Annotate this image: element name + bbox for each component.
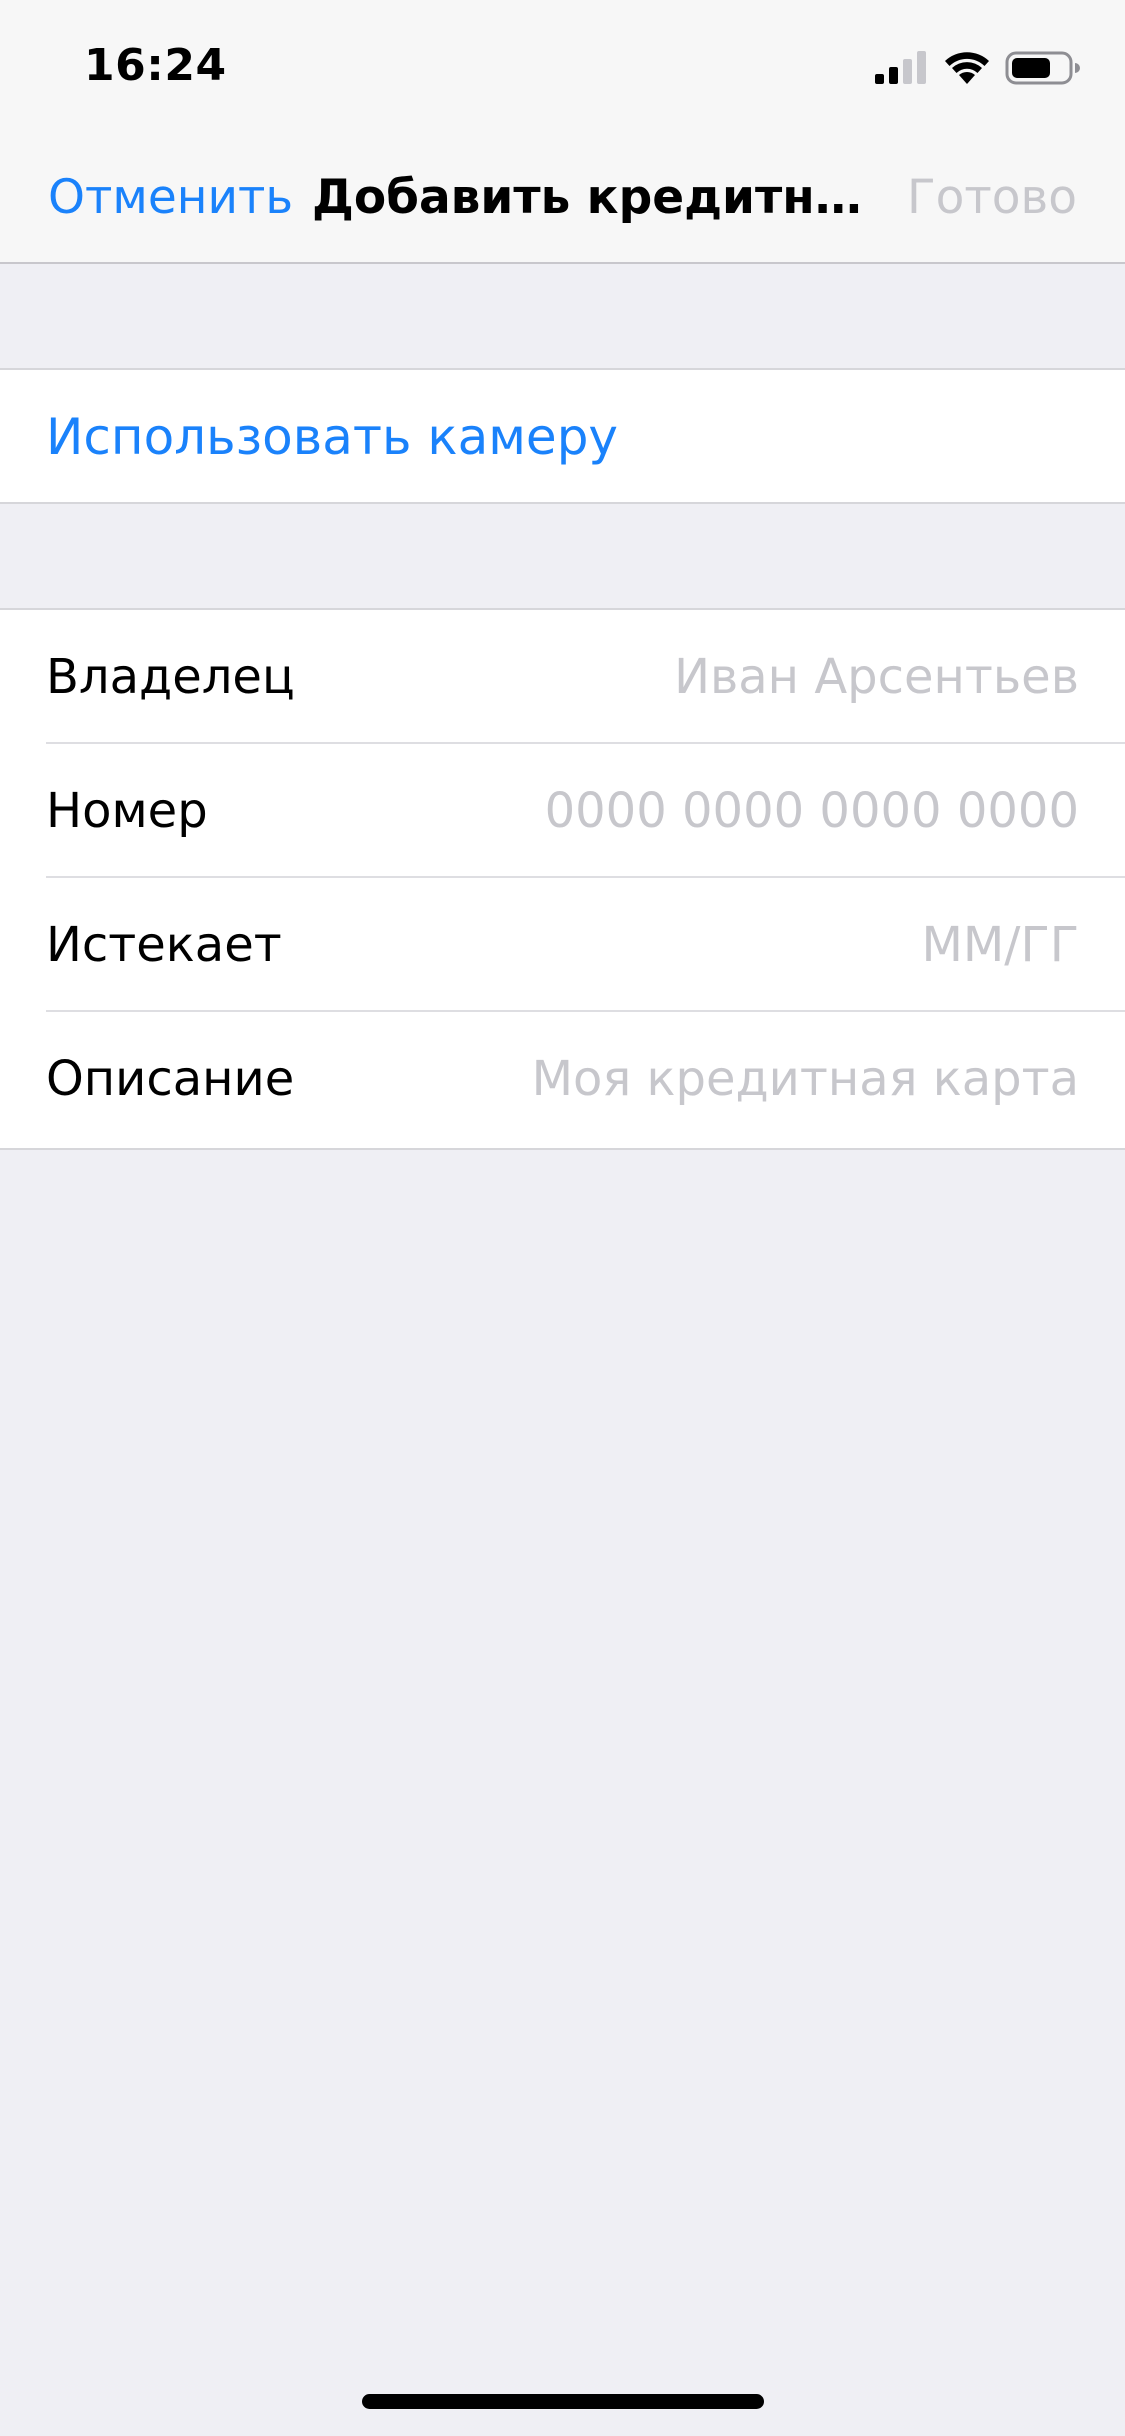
card-number-field[interactable] [479, 776, 1079, 846]
done-button[interactable]: Готово [907, 168, 1077, 228]
page-title: Добавить кредитную… [312, 170, 892, 225]
description-label: Описание [46, 1051, 295, 1107]
form-row-expiry: Истекает [0, 878, 1125, 1012]
add-credit-card-screen: 16:24 Отменить Добавить кредитную… Готов… [0, 0, 1125, 2436]
expiry-label: Истекает [46, 917, 282, 973]
top-bar: 16:24 Отменить Добавить кредитную… Готов… [0, 0, 1125, 264]
status-icons [873, 48, 1081, 88]
status-time: 16:24 [84, 40, 227, 91]
form-row-number: Номер [0, 744, 1125, 878]
expiry-field[interactable] [479, 910, 1079, 980]
use-camera-button[interactable]: Использовать камеру [46, 406, 618, 468]
form-row-description: Описание [0, 1012, 1125, 1146]
cancel-button[interactable]: Отменить [48, 168, 293, 228]
wifi-icon [945, 52, 989, 84]
battery-icon [1005, 51, 1080, 85]
owner-label: Владелец [46, 649, 295, 705]
card-form: Владелец Номер Истекает Описание [0, 608, 1125, 1150]
home-indicator[interactable] [362, 2394, 764, 2409]
owner-field[interactable] [479, 642, 1079, 712]
number-label: Номер [46, 783, 208, 839]
cellular-signal-icon [875, 51, 926, 84]
description-field[interactable] [479, 1044, 1079, 1114]
form-row-owner: Владелец [0, 610, 1125, 744]
camera-section: Использовать камеру [0, 368, 1125, 504]
